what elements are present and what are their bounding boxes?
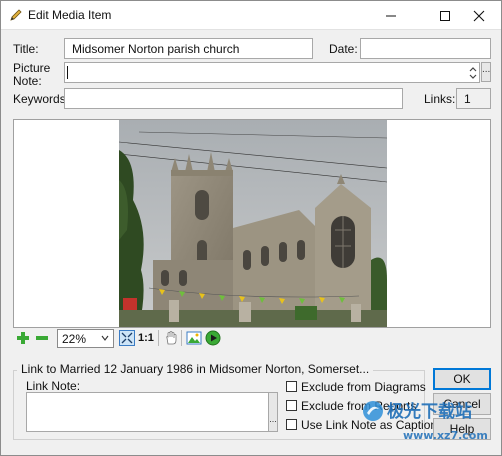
pencil-icon [10,9,22,21]
watermark-logo [363,401,383,421]
toolbar-separator [158,330,159,346]
zoom-value: 22% [62,332,87,346]
zoom-in-icon[interactable] [15,330,31,346]
zoom-select[interactable]: 22% [57,329,114,348]
image-preview-panel [13,119,491,328]
zoom-out-icon[interactable] [34,330,50,346]
picture-note-ellipsis-button[interactable]: ... [481,62,491,82]
minimize-button[interactable] [369,1,413,30]
exclude-diagrams-checkbox[interactable] [286,381,297,392]
note-scroll-spinner[interactable] [467,63,479,83]
actual-size-button[interactable]: 1:1 [138,332,154,344]
close-icon [473,10,485,21]
picture-note-label-line1: Picture [13,61,51,75]
keywords-input[interactable] [64,88,403,109]
window-title: Edit Media Item [28,8,112,22]
link-group-title: Link to Married 12 January 1986 in Midso… [17,362,374,376]
chevron-down-icon [101,335,109,341]
hand-icon[interactable] [163,330,179,346]
minimize-icon [386,15,396,16]
watermark-url: www.xz7.com [403,429,488,442]
watermark-text: 极光下载站 [387,402,472,422]
text-caret [67,66,68,79]
picture-note-input[interactable] [64,62,480,83]
keywords-label: Keywords: [13,92,70,106]
image-edit-icon[interactable] [186,330,202,346]
edit-media-dialog: Edit Media Item Title: Midsomer Norton p… [0,0,502,456]
link-note-label: Link Note: [26,379,81,393]
date-input[interactable] [360,38,491,59]
church-photo [119,120,387,327]
title-bar: Edit Media Item [1,1,501,30]
ok-button[interactable]: OK [433,368,491,390]
play-icon[interactable] [205,330,221,346]
use-link-note-caption-checkbox[interactable] [286,419,297,430]
toolbar-separator-2 [181,330,182,346]
picture-note-label-line2: Note: [13,74,42,88]
exclude-reports-checkbox[interactable] [286,400,297,411]
link-note-ellipsis-button[interactable]: ... [268,392,278,432]
fit-to-window-icon[interactable] [119,330,135,346]
title-label: Title: [13,42,39,56]
maximize-icon [440,10,450,21]
links-label: Links: [424,92,456,106]
title-input[interactable]: Midsomer Norton parish church [64,38,313,59]
exclude-diagrams-label: Exclude from Diagrams [301,380,426,394]
date-label: Date: [329,42,358,56]
link-note-input[interactable] [26,392,269,432]
close-button[interactable] [457,1,501,30]
links-count: 1 [456,88,491,109]
